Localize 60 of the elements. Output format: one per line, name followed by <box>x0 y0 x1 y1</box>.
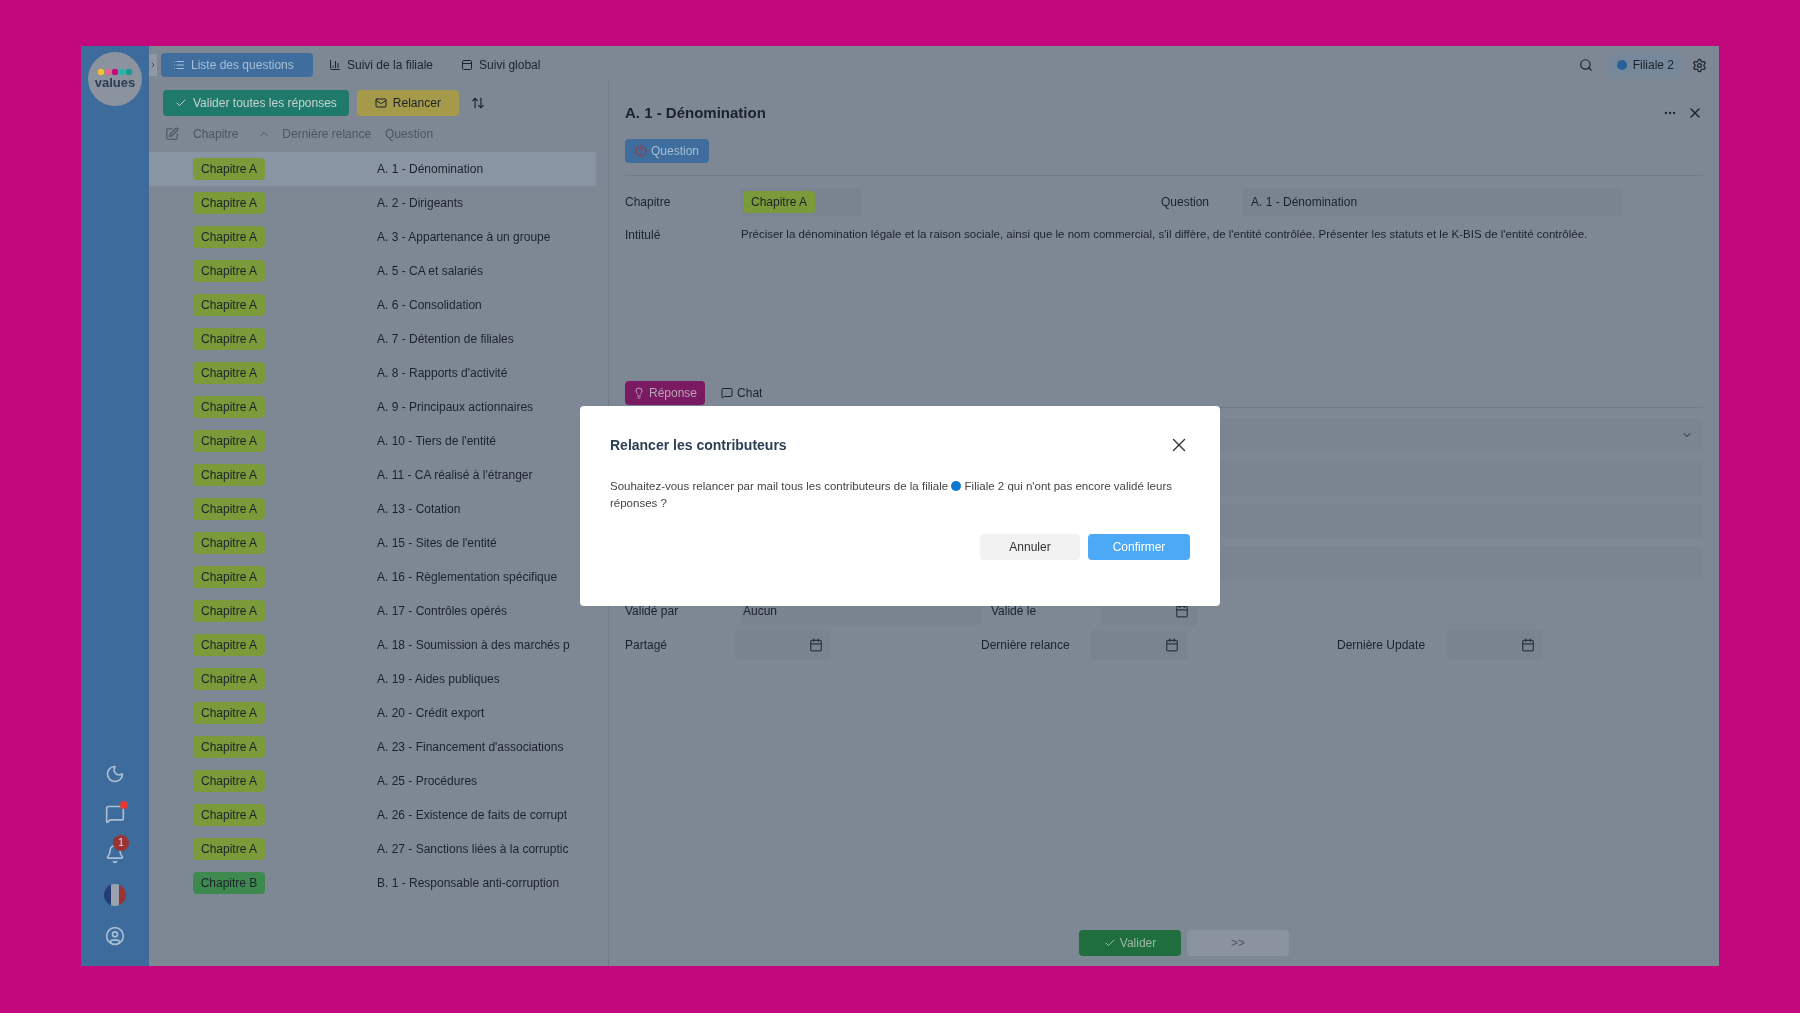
question-title: A. 3 - Appartenance à un groupe <box>377 229 551 246</box>
chapter-tag: Chapitre A <box>193 702 265 724</box>
field-label: Chapitre <box>625 194 672 211</box>
chapter-tag: Chapitre A <box>193 328 265 350</box>
question-title: A. 23 - Financement d'associations <box>377 739 564 756</box>
field-label: Question <box>1161 194 1211 211</box>
question-title: A. 18 - Soumission à des marchés p <box>377 637 570 654</box>
question-title: A. 17 - Contrôles opérés <box>377 603 508 620</box>
chapter-tag: Chapitre A <box>743 191 816 213</box>
question-title: A. 9 - Principaux actionnaires <box>377 399 534 416</box>
question-title: A. 20 - Crédit export <box>377 705 485 722</box>
question-title: A. 27 - Sanctions liées à la corruptic <box>377 841 569 858</box>
question-title: A. 15 - Sites de l'entité <box>377 535 497 552</box>
chapter-tag: Chapitre A <box>193 736 265 758</box>
chapter-tag: Chapitre A <box>193 260 265 282</box>
chapter-tag: Chapitre A <box>193 430 265 452</box>
chapter-tag: Chapitre B <box>193 872 265 894</box>
question-title: A. 5 - CA et salariés <box>377 263 484 280</box>
logo-text: values <box>94 76 136 90</box>
chapter-tag: Chapitre A <box>193 158 265 180</box>
filiale-label: Filiale 2 <box>1632 57 1674 74</box>
question-title: A. 7 - Détention de filiales <box>377 331 514 348</box>
chapter-tag: Chapitre A <box>193 464 265 486</box>
field-label: Validé le <box>991 603 1038 620</box>
question-title: A. 6 - Consolidation <box>377 297 482 314</box>
chapter-tag: Chapitre A <box>193 532 265 554</box>
field-label: Validé par <box>625 603 680 620</box>
chapter-tag: Chapitre A <box>193 192 265 214</box>
dialog-message: Souhaitez-vous relancer par mail tous les contributeurs de la filiale Filiale 2 qui n'ont pas encore validé leurs réponses ? <box>610 479 1173 511</box>
question-title: B. 1 - Responsable anti-corruption <box>377 875 560 892</box>
question-title: A. 11 - CA réalisé à l'étranger <box>377 467 533 484</box>
chapter-tag: Chapitre A <box>193 362 265 384</box>
chapter-tag: Chapitre A <box>193 566 265 588</box>
question-title: A. 25 - Procédures <box>377 773 478 790</box>
chapter-tag: Chapitre A <box>193 226 265 248</box>
question-title: A. 8 - Rapports d'activité <box>377 365 508 382</box>
question-description: Préciser la dénomination légale et la raison sociale, ainsi que le nom commercial, s'il diffère, de l'entité contrôlée. Présenter les statuts et le K-BIS de l'entité contrôlée. <box>741 227 1589 242</box>
question-title: A. 1 - Dénomination <box>377 161 484 178</box>
field-label: Dernière Update <box>1337 637 1427 654</box>
notification-badge: 1 <box>113 835 129 851</box>
chapter-tag: Chapitre A <box>193 634 265 656</box>
question-title: A. 16 - Règlementation spécifique <box>377 569 558 586</box>
field-label: Dernière relance <box>981 637 1071 654</box>
field-label: Intitulé <box>625 227 662 244</box>
chapter-tag: Chapitre A <box>193 838 265 860</box>
question-title: A. 19 - Aides publiques <box>377 671 500 688</box>
dialog-title: Relancer les contributeurs <box>610 435 787 455</box>
detail-title: A. 1 - Dénomination <box>625 102 766 123</box>
question-title: A. 2 - Dirigeants <box>377 195 464 212</box>
chapter-tag: Chapitre A <box>193 396 265 418</box>
question-title: A. 10 - Tiers de l'entité <box>377 433 496 450</box>
field-label: Partagé <box>625 637 669 654</box>
chapter-tag: Chapitre A <box>193 498 265 520</box>
chapter-tag: Chapitre A <box>193 668 265 690</box>
question-title: A. 26 - Existence de faits de corrupt <box>377 807 568 824</box>
question-title: A. 13 - Cotation <box>377 501 461 518</box>
chapter-tag: Chapitre A <box>193 770 265 792</box>
chapter-tag: Chapitre A <box>193 804 265 826</box>
chapter-tag: Chapitre A <box>193 294 265 316</box>
chapter-tag: Chapitre A <box>193 600 265 622</box>
